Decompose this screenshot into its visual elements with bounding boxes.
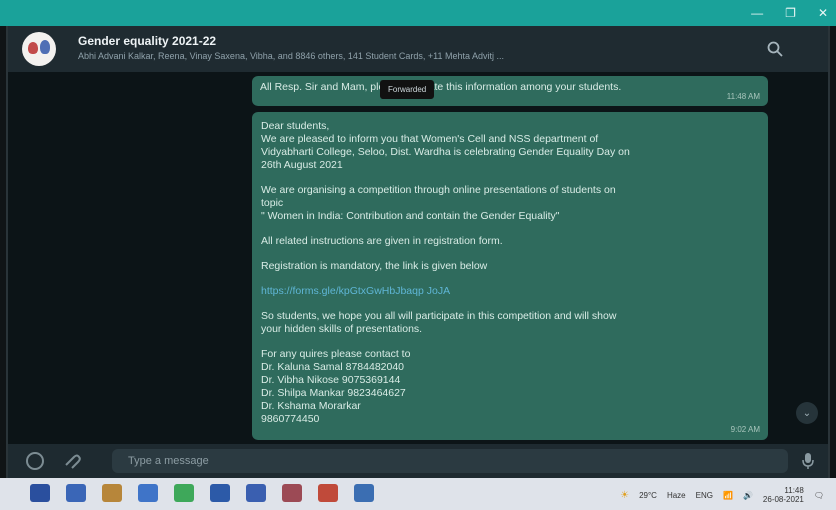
window-titlebar: — ❐ ✕	[0, 0, 836, 26]
forwarded-tag: Forwarded	[380, 80, 435, 99]
start-icon[interactable]	[30, 484, 50, 502]
message-time: 11:48 AM	[726, 92, 760, 101]
message-line: Dr. Kshama Morarkar	[261, 400, 361, 412]
chat-participants: Abhi Advani Kalkar, Reena, Vinay Saxena,…	[78, 51, 505, 61]
group-avatar[interactable]	[22, 32, 56, 66]
file-explorer-icon[interactable]	[102, 484, 122, 502]
message-line: We are pleased to inform you that Women'…	[261, 133, 599, 145]
message-line: All related instructions are given in re…	[261, 235, 503, 247]
maximize-button[interactable]: ❐	[785, 6, 796, 20]
message-line: So students, we hope you all will partic…	[261, 310, 617, 322]
window-controls: — ❐ ✕	[751, 0, 828, 26]
message-line: Dr. Kaluna Samal 8784482040	[261, 361, 405, 373]
system-tray: ☀ 29°C Haze ENG 📶 🔊 11:48 26-08-2021 🗨	[620, 486, 824, 504]
message-line: topic	[261, 197, 284, 209]
message-bubble[interactable]: Dear students, We are pleased to inform y…	[252, 112, 768, 440]
close-button[interactable]: ✕	[818, 6, 828, 20]
settings-icon[interactable]	[354, 484, 374, 502]
chevron-down-icon: ⌄	[802, 407, 812, 419]
media-icon[interactable]	[318, 484, 338, 502]
message-text: All Resp. Sir and Mam, please circulate …	[260, 81, 622, 93]
whatsapp-icon[interactable]	[174, 484, 194, 502]
search-icon[interactable]	[766, 40, 784, 58]
message-line: Registration is mandatory, the link is g…	[261, 260, 488, 272]
message-line: 26th August 2021	[261, 159, 343, 171]
message-bubble[interactable]: All Resp. Sir and Mam, please circulate …	[252, 76, 768, 106]
message-line: Dear students,	[261, 120, 330, 132]
message-composer	[8, 444, 828, 478]
taskbar-apps	[30, 484, 374, 502]
message-line: 9860774450	[261, 413, 320, 425]
taskbar-clock[interactable]: 11:48 26-08-2021	[763, 486, 804, 504]
temperature-text[interactable]: 29°C	[639, 491, 657, 500]
chat-title: Gender equality 2021-22	[78, 34, 217, 48]
emoji-icon[interactable]	[26, 452, 44, 470]
attach-icon[interactable]	[64, 453, 82, 469]
scroll-down-button[interactable]: ⌄	[796, 402, 818, 424]
windows-taskbar: ☀ 29°C Haze ENG 📶 🔊 11:48 26-08-2021 🗨	[0, 478, 836, 510]
weather-text[interactable]: Haze	[667, 491, 686, 500]
dropbox-icon[interactable]	[246, 484, 266, 502]
clock-time: 11:48	[784, 486, 804, 495]
wifi-icon[interactable]: 📶	[723, 491, 733, 500]
message-input[interactable]	[112, 449, 788, 473]
conversation-pane[interactable]: All Resp. Sir and Mam, please circulate …	[8, 72, 828, 444]
weather-icon[interactable]: ☀	[620, 490, 629, 501]
message-time: 9:02 AM	[730, 425, 760, 434]
message-line: Vidyabharti College, Seloo, Dist. Wardha…	[261, 146, 630, 158]
search-icon[interactable]	[66, 484, 86, 502]
chat-header-text[interactable]: Gender equality 2021-22 Abhi Advani Kalk…	[78, 34, 718, 61]
avatar-figure-right	[40, 40, 50, 54]
microphone-icon[interactable]	[802, 452, 814, 470]
message-body: Dear students, We are pleased to inform y…	[261, 120, 759, 426]
language-indicator[interactable]: ENG	[696, 491, 713, 500]
avatar-figure-left	[28, 42, 38, 54]
message-line: your hidden skills of presentations.	[261, 323, 423, 335]
whatsapp-window: Gender equality 2021-22 Abhi Advani Kalk…	[6, 26, 830, 478]
word-icon[interactable]	[210, 484, 230, 502]
message-line: " Women in India: Contribution and conta…	[261, 210, 560, 222]
message-line: We are organising a competition through …	[261, 184, 616, 196]
message-line: Dr. Vibha Nikose 9075369144	[261, 374, 401, 386]
photos-icon[interactable]	[282, 484, 302, 502]
mail-icon[interactable]	[138, 484, 158, 502]
message-line: Dr. Shilpa Mankar 9823464627	[261, 387, 406, 399]
clock-date: 26-08-2021	[762, 495, 804, 504]
message-line: For any quires please contact to	[261, 348, 411, 360]
registration-link[interactable]: https://forms.gle/kpGtxGwHbJbaqp JoJA	[261, 285, 759, 298]
volume-icon[interactable]: 🔊	[743, 491, 753, 500]
notifications-icon[interactable]: 🗨	[814, 491, 824, 500]
chat-header[interactable]: Gender equality 2021-22 Abhi Advani Kalk…	[8, 26, 828, 72]
minimize-button[interactable]: —	[751, 6, 763, 20]
